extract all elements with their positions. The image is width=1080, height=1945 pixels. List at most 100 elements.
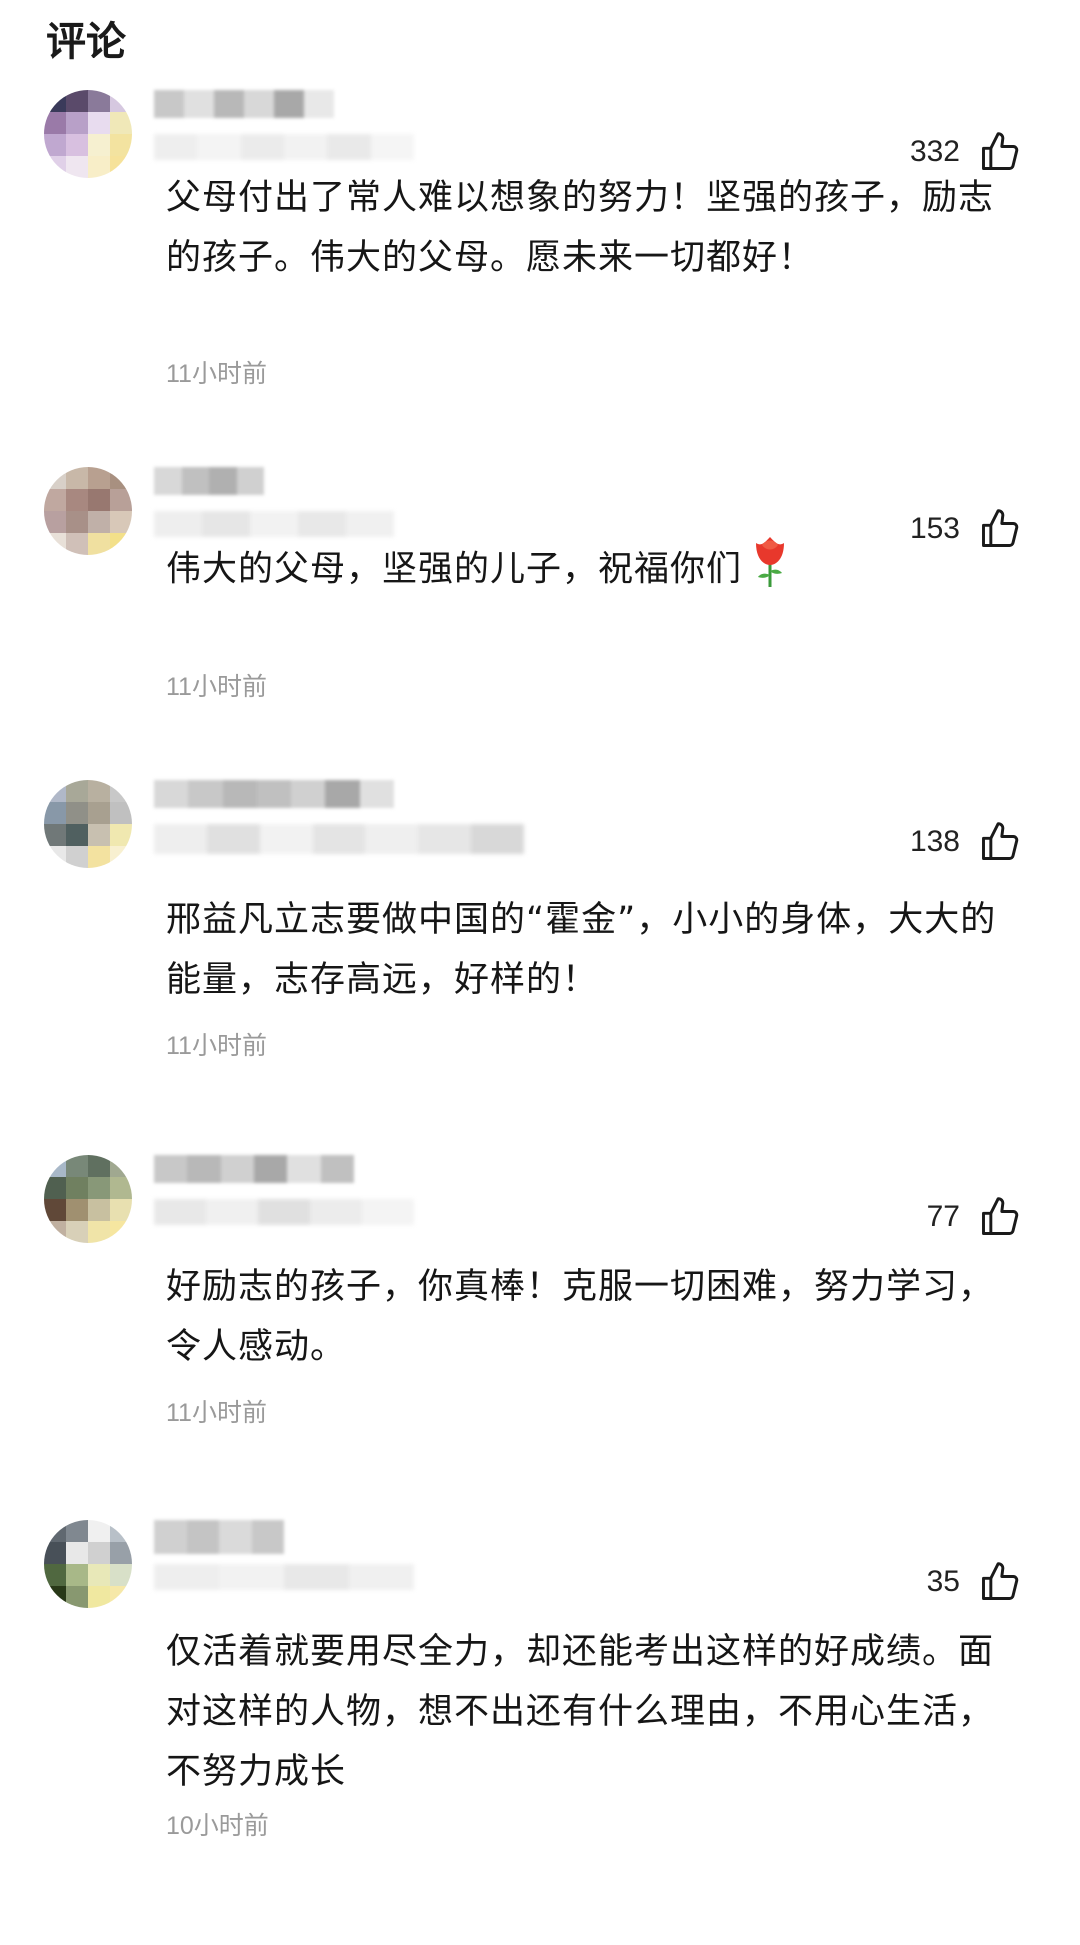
comment-item: 77 好励志的孩子，你真棒！克服一切困难，努力学习，令人感动。 11小时前 xyxy=(0,1155,1080,1495)
avatar-pixel xyxy=(44,1177,66,1199)
avatar-pixel xyxy=(88,1177,110,1199)
avatar-pixel xyxy=(66,824,88,846)
avatar-pixel xyxy=(88,846,110,868)
avatar-pixel xyxy=(110,824,132,846)
avatar-pixel xyxy=(88,489,110,511)
avatar-pixel xyxy=(44,824,66,846)
avatar-pixel xyxy=(44,156,66,178)
thumbs-up-icon[interactable] xyxy=(978,820,1022,864)
avatar-pixel xyxy=(66,1586,88,1608)
avatar-pixel xyxy=(110,1520,132,1542)
avatar-pixel xyxy=(110,489,132,511)
avatar-pixel xyxy=(66,134,88,156)
avatar-pixel xyxy=(66,90,88,112)
avatar-pixel xyxy=(110,156,132,178)
avatar-pixel xyxy=(44,846,66,868)
avatar-pixel xyxy=(88,1199,110,1221)
like-button[interactable]: 35 xyxy=(927,1558,1022,1606)
like-count: 77 xyxy=(926,1200,960,1233)
thumbs-up-icon[interactable] xyxy=(978,1195,1022,1239)
avatar-pixel xyxy=(44,1564,66,1586)
page-title: 评论 xyxy=(46,19,126,65)
like-button[interactable]: 138 xyxy=(910,818,1022,866)
avatar-pixel xyxy=(44,1221,66,1243)
user-info-blurred xyxy=(154,1199,414,1225)
like-button[interactable]: 77 xyxy=(927,1193,1022,1241)
avatar-pixel xyxy=(88,824,110,846)
avatar-pixel xyxy=(88,90,110,112)
user-info-blurred xyxy=(154,1564,414,1590)
avatar-pixel xyxy=(44,90,66,112)
avatar-pixel xyxy=(66,846,88,868)
avatar-pixel xyxy=(44,134,66,156)
avatar[interactable] xyxy=(44,467,132,555)
avatar-pixel xyxy=(110,1155,132,1177)
avatar-pixel xyxy=(44,780,66,802)
avatar[interactable] xyxy=(44,1155,132,1243)
avatar-pixel xyxy=(110,1586,132,1608)
avatar-pixel xyxy=(110,467,132,489)
avatar-pixel xyxy=(44,802,66,824)
avatar-pixel xyxy=(88,134,110,156)
avatar-pixel xyxy=(110,533,132,555)
avatar-pixel xyxy=(66,533,88,555)
comment-time: 11小时前 xyxy=(166,1399,267,1427)
avatar-pixel xyxy=(88,1221,110,1243)
avatar-pixel xyxy=(110,1221,132,1243)
comment-time: 10小时前 xyxy=(166,1812,269,1840)
avatar-pixel xyxy=(88,533,110,555)
avatar-pixel xyxy=(66,489,88,511)
avatar-pixel xyxy=(66,1155,88,1177)
comment-item: 35 仅活着就要用尽全力，却还能考出这样的好成绩。面对这样的人物，想不出还有什么… xyxy=(0,1520,1080,1940)
avatar-pixel xyxy=(44,467,66,489)
user-info-blurred xyxy=(154,824,525,854)
avatar-pixel xyxy=(110,134,132,156)
avatar-pixel xyxy=(110,511,132,533)
comment-time: 11小时前 xyxy=(166,360,267,388)
comment-text: 父母付出了常人难以想象的努力！坚强的孩子，励志的孩子。伟大的父母。愿未来一切都好… xyxy=(166,178,995,278)
avatar-pixel xyxy=(110,90,132,112)
avatar-pixel xyxy=(88,467,110,489)
avatar-pixel xyxy=(88,1155,110,1177)
user-info-blurred xyxy=(154,134,414,160)
avatar-pixel xyxy=(66,511,88,533)
like-count: 138 xyxy=(909,825,960,858)
avatar-pixel xyxy=(44,1586,66,1608)
avatar-pixel xyxy=(66,1177,88,1199)
avatar-pixel xyxy=(44,1199,66,1221)
comment-text-row: 伟大的父母，坚强的儿子，祝福你们 xyxy=(166,533,1016,608)
username-blurred[interactable] xyxy=(154,1520,284,1554)
avatar-pixel xyxy=(110,780,132,802)
avatar-pixel xyxy=(66,1221,88,1243)
avatar-pixel xyxy=(88,112,110,134)
avatar-pixel xyxy=(44,533,66,555)
avatar-pixel xyxy=(66,780,88,802)
avatar-pixel xyxy=(110,1199,132,1221)
avatar-pixel xyxy=(66,802,88,824)
avatar-pixel xyxy=(110,1177,132,1199)
comment-item: 138 邢益凡立志要做中国的“霍金”，小小的身体，大大的能量，志存高远，好样的！… xyxy=(0,780,1080,1120)
avatar-pixel xyxy=(88,1542,110,1564)
avatar[interactable] xyxy=(44,90,132,178)
avatar[interactable] xyxy=(44,1520,132,1608)
username-blurred[interactable] xyxy=(154,1155,354,1183)
avatar-pixel xyxy=(66,156,88,178)
thumbs-up-icon[interactable] xyxy=(978,1560,1022,1604)
avatar-pixel xyxy=(110,1564,132,1586)
avatar-pixel xyxy=(88,156,110,178)
username-blurred[interactable] xyxy=(154,780,394,808)
comment-time: 11小时前 xyxy=(166,673,267,701)
avatar-pixel xyxy=(66,467,88,489)
avatar-pixel xyxy=(88,1564,110,1586)
username-blurred[interactable] xyxy=(154,467,264,495)
avatar-pixel xyxy=(44,489,66,511)
avatar-pixel xyxy=(44,1520,66,1542)
avatar-pixel xyxy=(88,1520,110,1542)
avatar-pixel xyxy=(44,511,66,533)
avatar-pixel xyxy=(66,112,88,134)
comment-item: 332 父母付出了常人难以想象的努力！坚强的孩子，励志的孩子。伟大的父母。愿未来… xyxy=(0,90,1080,430)
comment-text: 仅活着就要用尽全力，却还能考出这样的好成绩。面对这样的人物，想不出还有什么理由，… xyxy=(166,1632,995,1792)
avatar-pixel xyxy=(110,112,132,134)
username-blurred[interactable] xyxy=(154,90,334,118)
avatar[interactable] xyxy=(44,780,132,868)
